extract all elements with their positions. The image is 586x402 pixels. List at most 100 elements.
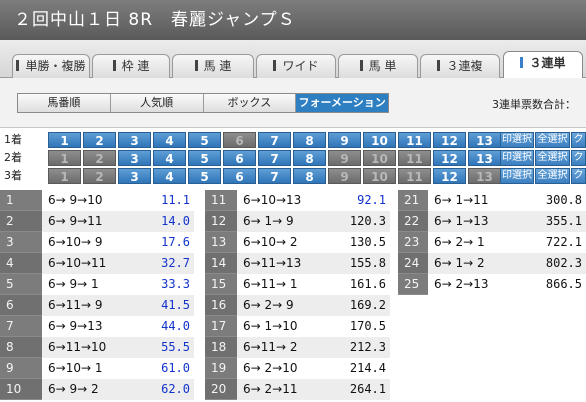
- horse-number-button[interactable]: 2: [83, 168, 116, 184]
- horse-number-button[interactable]: 4: [153, 132, 186, 148]
- mode-button-3[interactable]: ボックス: [204, 94, 297, 112]
- horse-number-button[interactable]: 2: [83, 132, 116, 148]
- rank-number: 6: [0, 295, 42, 316]
- odds-value: 33.3: [130, 274, 194, 295]
- odds-value: 17.6: [130, 232, 194, 253]
- horse-number-button[interactable]: 10: [363, 168, 396, 184]
- odds-value: 161.6: [326, 274, 390, 295]
- horse-number-button[interactable]: 13: [468, 168, 501, 184]
- horse-number-button[interactable]: 1: [48, 132, 81, 148]
- mode-button-4[interactable]: フォーメーション: [296, 94, 388, 112]
- empty-cell: [398, 337, 586, 358]
- horse-number-button[interactable]: 10: [363, 150, 396, 166]
- tab-5[interactable]: 馬 単: [338, 54, 418, 78]
- horse-number-button[interactable]: 5: [188, 168, 221, 184]
- horse-number-button[interactable]: 11: [398, 150, 431, 166]
- rank-number: 17: [205, 316, 237, 337]
- combination: 6→10→13: [237, 190, 326, 211]
- rank-number: 15: [205, 274, 237, 295]
- odds-value: 214.4: [326, 358, 390, 379]
- selector-row-label: 1着: [4, 133, 22, 146]
- tab-1[interactable]: 単勝・複勝: [12, 54, 90, 78]
- selector-row-1: 1着 1 2 3 4 5 6 7 8 9 10 11 12 13 印選択 全選択ク: [0, 132, 586, 148]
- horse-number-button[interactable]: 4: [153, 150, 186, 166]
- horse-number-button[interactable]: 9: [328, 132, 361, 148]
- combination: 6→11→10: [42, 337, 130, 358]
- horse-number-button[interactable]: 1: [48, 168, 81, 184]
- mode-button-2[interactable]: 人気順: [111, 94, 204, 112]
- mode-button-1[interactable]: 馬番順: [18, 94, 111, 112]
- horse-number-button[interactable]: 6: [223, 150, 256, 166]
- tab-label: ３連複: [446, 59, 483, 73]
- selector-action-button[interactable]: 全選択: [535, 132, 570, 148]
- results-row: 8 6→11→10 55.5 18 6→11→ 2 212.3: [0, 337, 586, 358]
- tab-2[interactable]: 枠 連: [92, 54, 170, 78]
- horse-number-button[interactable]: 8: [293, 168, 326, 184]
- selector-row-3: 3着 1 2 3 4 5 6 7 8 9 10 11 12 13 印選択 全選択ク: [0, 168, 586, 184]
- odds-value: 62.0: [130, 379, 194, 400]
- horse-number-button[interactable]: 12: [433, 150, 466, 166]
- horse-number-button[interactable]: 13: [468, 132, 501, 148]
- results-row: 6 6→11→ 9 41.5 16 6→ 2→ 9 169.2: [0, 295, 586, 316]
- combination: 6→ 9→10: [42, 190, 130, 211]
- horse-number-button[interactable]: 2: [83, 150, 116, 166]
- selection-mode-bar: 馬番順 人気順 ボックス フォーメーション 3連単票数合計：: [0, 78, 586, 128]
- tab-3[interactable]: 馬 連: [172, 54, 254, 78]
- tab-4[interactable]: ワイド: [256, 54, 336, 78]
- horse-number-button[interactable]: 11: [398, 132, 431, 148]
- odds-results-table: 1 6→ 9→10 11.1 11 6→10→13 92.1 21 6→ 1→11 300.8 2…: [0, 190, 586, 402]
- tab-marker-icon: [16, 60, 20, 71]
- odds-value: 120.3: [326, 211, 390, 232]
- horse-number-button[interactable]: 3: [118, 168, 151, 184]
- results-row: 5 6→ 9→ 1 33.3 15 6→11→ 1 161.6 25 6→ 2→13 866.5: [0, 274, 586, 295]
- odds-value: 55.5: [130, 337, 194, 358]
- tab-7[interactable]: ３連単: [503, 51, 583, 79]
- horse-number-button[interactable]: 6: [223, 132, 256, 148]
- selector-action-button[interactable]: 印選択: [500, 168, 534, 184]
- horse-number-button[interactable]: 5: [188, 150, 221, 166]
- empty-cell: [398, 295, 586, 316]
- horse-number-button[interactable]: 9: [328, 168, 361, 184]
- combination: 6→ 2→13: [428, 274, 510, 295]
- selection-mode-group: 馬番順 人気順 ボックス フォーメーション: [17, 93, 389, 113]
- horse-number-button[interactable]: 4: [153, 168, 186, 184]
- combination: 6→11→13: [237, 253, 326, 274]
- selector-action-button[interactable]: 全選択: [535, 168, 570, 184]
- horse-number-button[interactable]: 7: [258, 150, 291, 166]
- horse-number-button[interactable]: 5: [188, 132, 221, 148]
- race-title: ２回中山１日 8R 春麗ジャンプＳ: [14, 10, 296, 30]
- odds-value: 92.1: [326, 190, 390, 211]
- horse-number-button[interactable]: 8: [293, 150, 326, 166]
- empty-cell: [398, 316, 586, 337]
- rank-number: 9: [0, 358, 42, 379]
- selector-action-button[interactable]: 印選択: [500, 150, 534, 166]
- horse-number-button[interactable]: 6: [223, 168, 256, 184]
- selector-action-button[interactable]: ク: [571, 150, 586, 166]
- horse-number-button[interactable]: 7: [258, 168, 291, 184]
- empty-cell: [398, 358, 586, 379]
- horse-number-button[interactable]: 12: [433, 168, 466, 184]
- horse-number-button[interactable]: 8: [293, 132, 326, 148]
- horse-number-button[interactable]: 3: [118, 132, 151, 148]
- rank-number: 24: [398, 253, 428, 274]
- combination: 6→ 1→11: [428, 190, 510, 211]
- tab-label: 単勝・複勝: [25, 59, 86, 73]
- horse-number-button[interactable]: 9: [328, 150, 361, 166]
- horse-number-button[interactable]: 10: [363, 132, 396, 148]
- rank-number: 18: [205, 337, 237, 358]
- tab-marker-icon: [194, 60, 198, 71]
- selector-action-button[interactable]: 全選択: [535, 150, 570, 166]
- horse-number-button[interactable]: 3: [118, 150, 151, 166]
- horse-number-button[interactable]: 7: [258, 132, 291, 148]
- selector-action-button[interactable]: ク: [571, 168, 586, 184]
- horse-number-button[interactable]: 13: [468, 150, 501, 166]
- selector-action-button[interactable]: ク: [571, 132, 586, 148]
- horse-number-button[interactable]: 11: [398, 168, 431, 184]
- rank-number: 21: [398, 190, 428, 211]
- combination: 6→11→ 1: [237, 274, 326, 295]
- horse-number-button[interactable]: 12: [433, 132, 466, 148]
- selector-action-button[interactable]: 印選択: [500, 132, 534, 148]
- tab-6[interactable]: ３連複: [420, 54, 500, 78]
- horse-number-button[interactable]: 1: [48, 150, 81, 166]
- odds-value: 170.5: [326, 316, 390, 337]
